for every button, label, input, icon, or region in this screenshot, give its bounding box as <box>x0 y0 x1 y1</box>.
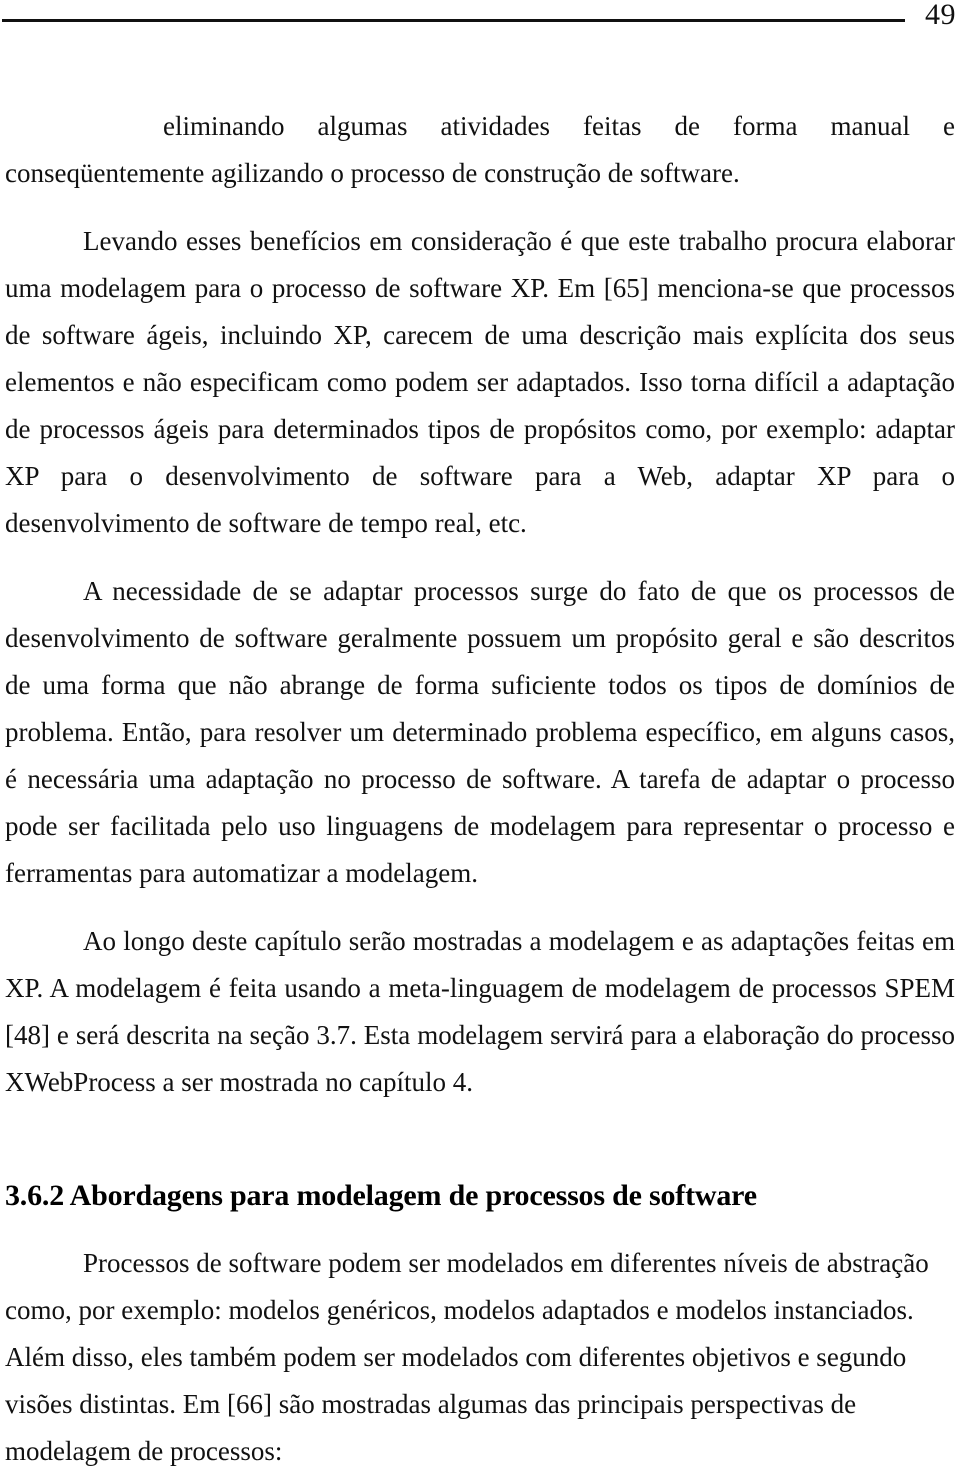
header-rule <box>2 19 905 22</box>
section-heading-3-6-2: 3.6.2 Abordagens para modelagem de proce… <box>5 1179 757 1212</box>
paragraph-ao-longo: Ao longo deste capítulo serão mostradas … <box>5 926 955 1097</box>
paragraph-processos-de-software: Processos de software podem ser modelado… <box>5 1248 929 1466</box>
page-number: 49 <box>925 0 956 31</box>
heading-spacer-after <box>5 1216 955 1240</box>
document-page: 49 eliminando algumas atividades feitas … <box>0 0 960 1466</box>
page-header: 49 <box>0 0 960 36</box>
paragraph-necessidade: A necessidade de se adaptar processos su… <box>5 576 955 888</box>
paragraph-levando: Levando esses benefícios em consideração… <box>5 226 955 538</box>
document-body: eliminando algumas atividades feitas de … <box>5 103 955 1475</box>
paragraph-continued: eliminando algumas atividades feitas de … <box>5 111 955 188</box>
heading-spacer-before <box>5 1106 955 1176</box>
